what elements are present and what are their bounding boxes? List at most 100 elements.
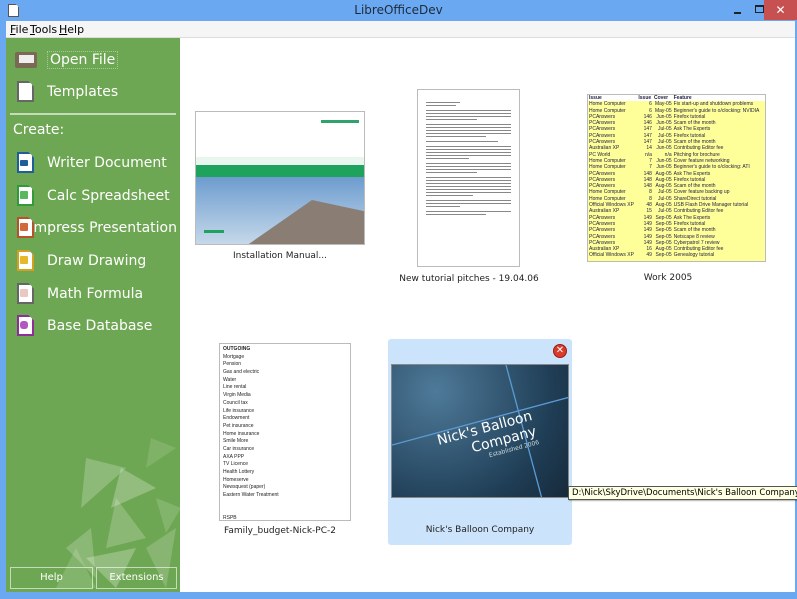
window-title: LibreOfficeDev [354,3,443,17]
budget-line: Homeserve [223,476,249,483]
calc-spreadsheet-label: Calc Spreadsheet [47,188,170,204]
recent-documents-area: Installation Manual... New tutorial pitc… [180,38,795,592]
doc-title: Installation Manual... [233,251,327,261]
sheet-row: Home Computer 7 Jun-05 Beginner's guide to … [588,164,765,170]
budget-line: Endowment [223,415,250,422]
menu-tools[interactable]: Tools [30,23,57,36]
sheet-row: Official Windows XP 49 Sep-05 Genealogy tut… [588,252,765,258]
writer-document-label: Writer Document [47,155,167,171]
templates-icon [15,80,37,104]
doc-title: New tutorial pitches - 19.04.06 [399,274,539,284]
menu-tools-rest: ools [34,23,58,36]
sheet-cell: 49 [646,252,652,259]
menu-help[interactable]: Help [59,23,84,36]
tutorial-pitches-thumbnail [417,89,520,267]
budget-line: Pet insurance [223,422,254,429]
writer-icon [15,151,37,175]
budget-line: Home insurance [223,430,260,437]
create-math-formula[interactable]: Math Formula [12,281,177,307]
budget-line: AXA PPP [223,453,245,460]
menu-file[interactable]: File [10,23,28,36]
file-path-tooltip: D:\Nick\SkyDrive\Documents\Nick's Balloo… [568,486,797,500]
draw-drawing-label: Draw Drawing [47,253,147,269]
sheet-cell: Sep-05 [655,233,672,240]
sheet-cell: Sep-05 [655,252,672,259]
budget-line: Water [223,376,237,383]
minimize-icon [734,12,741,14]
math-icon [15,282,37,306]
open-file-button[interactable]: Open File [12,47,177,73]
impress-icon [15,216,34,240]
recent-doc-nicks-balloon-company[interactable]: Nick's Balloon Company Established 2006 … [388,339,572,545]
budget-line: Line rental [223,384,247,391]
budget-line [223,500,347,508]
recent-doc-installation-manual[interactable]: Installation Manual... [188,88,372,294]
budget-line: Gas and electric [223,369,260,376]
doc-title: Nick's Balloon Company [425,525,535,535]
budget-line: Virgin Media [223,392,251,399]
budget-line: Health Lottery [223,469,255,475]
create-impress-presentation[interactable]: Impress Presentation [12,215,177,241]
sheet-cell: Official Windows XP [589,252,634,259]
work-2005-sheet: Issue Issue Cover Feature Home Computer 6… [588,95,765,259]
draw-icon [15,249,37,273]
decorative-triangles [56,438,180,588]
doc-title: Family_budget-Nick-PC-2 [224,526,336,536]
sheet-cell: Fix start-up and shutdown problems [673,101,754,108]
templates-label: Templates [47,84,119,100]
budget-line: OUTGOING [223,346,251,352]
budget-line: Life insurance [223,407,255,414]
maximize-icon [755,5,764,13]
budget-list: OUTGOING Mortgage Pension Gas and electric W… [220,344,350,521]
sheet-cell: May-05 [654,107,672,114]
sheet-cell: Beginner's guide to o/clocking: NVIDIA [673,107,760,114]
extensions-button[interactable]: Extensions [96,567,177,589]
doc-title: Work 2005 [643,273,693,283]
sheet-row: Home Computer 6 May-05 Fix start-up and shu… [588,101,765,107]
create-draw-drawing[interactable]: Draw Drawing [12,248,177,274]
budget-line: RSPB [223,515,237,521]
menu-bar: File Tools Help [6,21,795,38]
help-button[interactable]: Help [10,567,93,589]
sheet-cell: Aug-05 [655,170,672,177]
libreoffice-start-center-window: LibreOfficeDev ✕ File Tools Help Open Fi… [0,0,797,599]
sheet-cell: Jun-05 [656,164,672,171]
sheet-cell: May-05 [654,101,672,108]
create-calc-spreadsheet[interactable]: Calc Spreadsheet [12,183,177,209]
recent-doc-new-tutorial-pitches[interactable]: New tutorial pitches - 19.04.06 [377,88,561,294]
sheet-cell: Jun-05 [656,145,672,152]
base-icon [15,314,37,338]
recent-doc-work-2005[interactable]: Issue Issue Cover Feature Home Computer 6… [576,88,766,294]
budget-line: Council tax [223,399,248,406]
budget-line: TV Licence [223,461,249,468]
sheet-row: Home Computer 6 May-05 Beginner's guide to … [588,108,765,114]
sheet-cell: Sep-05 [655,214,672,221]
calc-icon [15,184,37,208]
budget-line: Pension [223,361,242,368]
menu-help-rest: elp [67,23,85,36]
sidebar: Open File Templates Create: Writer Docum… [6,38,180,592]
title-bar[interactable]: LibreOfficeDev ✕ [0,0,797,21]
budget-line [223,507,347,515]
close-button[interactable]: ✕ [764,0,797,20]
remove-recent-doc-icon[interactable]: ✕ [553,344,567,358]
create-base-database[interactable]: Base Database [12,313,177,339]
templates-button[interactable]: Templates [12,79,177,105]
budget-line: Smile More [223,438,249,445]
open-file-label: Open File [47,51,119,69]
budget-line: Eastern Water Treatment [223,492,279,499]
base-database-label: Base Database [47,318,153,334]
create-writer-document[interactable]: Writer Document [12,150,177,176]
installation-manual-thumbnail [195,111,365,245]
family-budget-thumbnail: OUTGOING Mortgage Pension Gas and electric W… [219,343,351,521]
folder-icon [15,48,37,72]
sheet-cell: Sep-05 [655,227,672,234]
close-icon: ✕ [775,3,786,17]
recent-doc-family-budget[interactable]: OUTGOING Mortgage Pension Gas and electric W… [188,338,372,544]
sheet-cell: Genealogy tutorial [673,252,715,259]
impress-presentation-label: Impress Presentation [29,220,177,236]
budget-line: Car insurance [223,445,255,452]
budget-line: Newsquest (paper) [223,484,266,491]
budget-line: Mortgage [223,353,245,360]
create-heading: Create: [13,122,65,138]
